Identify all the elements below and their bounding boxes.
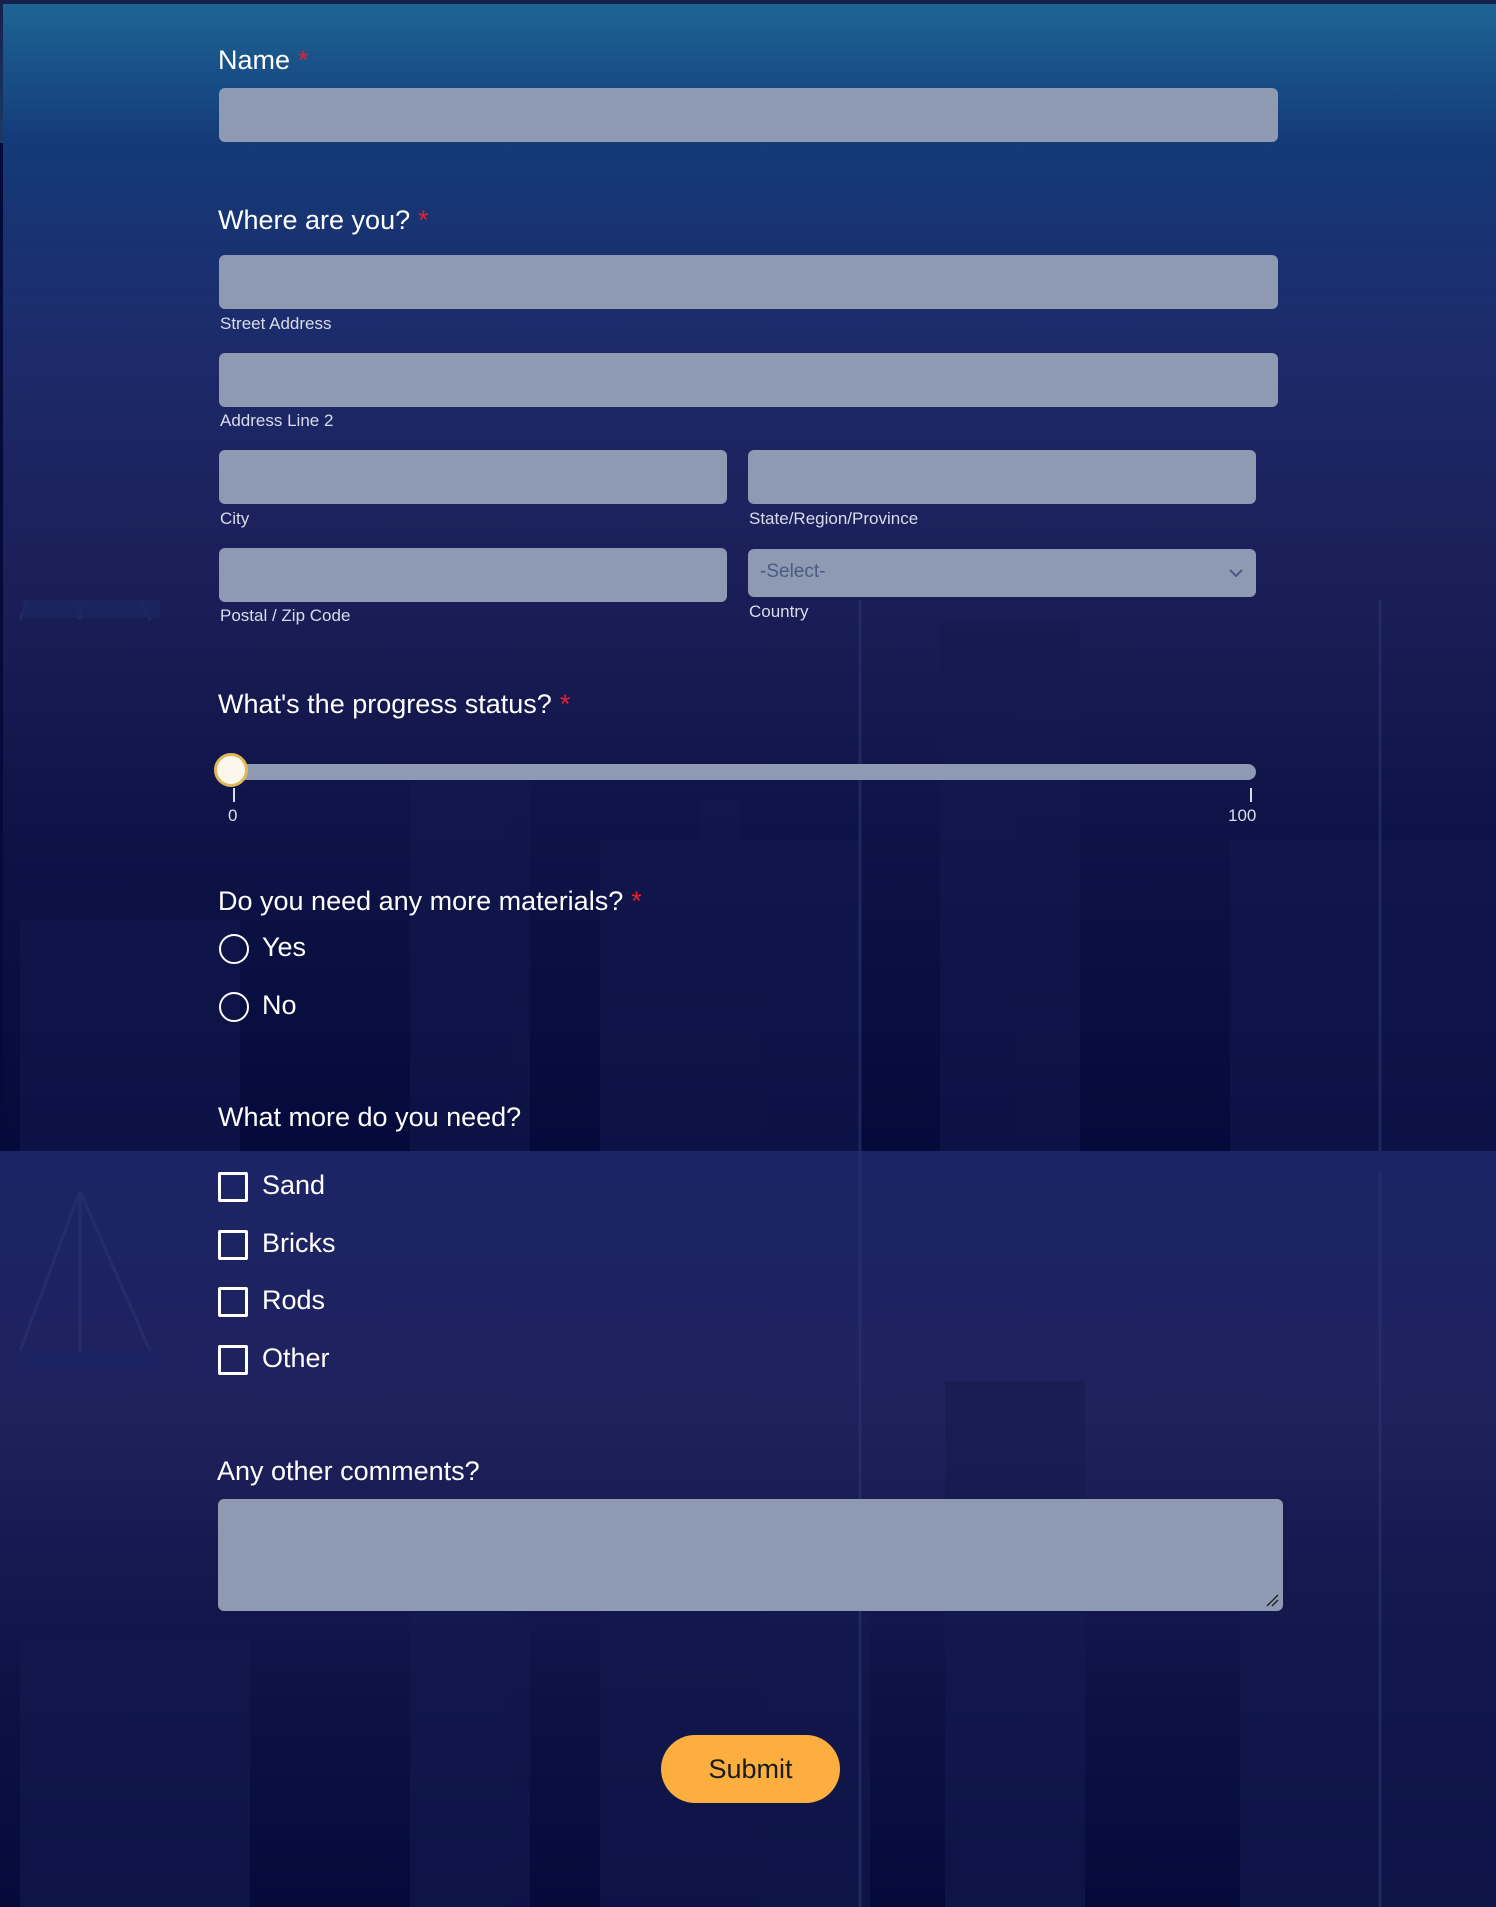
- required-asterisk: *: [298, 45, 309, 75]
- street-address-input[interactable]: [219, 255, 1278, 309]
- needs-sand-label: Sand: [262, 1170, 326, 1200]
- comments-textarea[interactable]: [218, 1499, 1283, 1611]
- needs-other-checkbox[interactable]: [218, 1345, 248, 1375]
- materials-no-label: No: [262, 990, 297, 1020]
- chevron-down-icon: [1229, 569, 1243, 578]
- required-asterisk: *: [418, 205, 429, 235]
- materials-yes-radio[interactable]: [219, 934, 249, 964]
- city-label: City: [220, 509, 250, 528]
- needs-question: What more do you need?: [218, 1102, 522, 1132]
- needs-rods-label: Rods: [262, 1285, 326, 1315]
- job-progress-form: Name * Where are you? * Street Address Add…: [0, 0, 1496, 1907]
- needs-sand-checkbox[interactable]: [218, 1172, 248, 1202]
- progress-slider-track[interactable]: [219, 764, 1256, 780]
- slider-max-label: 100: [1228, 806, 1257, 825]
- address-line2-label: Address Line 2: [220, 411, 334, 430]
- name-input[interactable]: [219, 88, 1278, 142]
- country-label: Country: [749, 602, 809, 621]
- state-input[interactable]: [748, 450, 1256, 504]
- progress-label: What's the progress status?: [218, 689, 552, 719]
- street-address-label: Street Address: [220, 314, 332, 333]
- materials-yes-label: Yes: [262, 932, 307, 962]
- resize-handle-icon[interactable]: [1265, 1593, 1279, 1607]
- postal-code-input[interactable]: [219, 548, 727, 602]
- name-label: Name: [218, 45, 291, 75]
- location-label: Where are you?: [218, 205, 411, 235]
- materials-question: Do you need any more materials? *: [218, 886, 642, 917]
- name-question: Name *: [218, 45, 309, 76]
- progress-slider-handle[interactable]: [214, 753, 248, 787]
- city-input[interactable]: [219, 450, 727, 504]
- submit-button[interactable]: Submit: [661, 1735, 840, 1803]
- slider-tick-min: [233, 788, 235, 802]
- location-question: Where are you? *: [218, 205, 429, 236]
- materials-label: Do you need any more materials?: [218, 886, 624, 916]
- needs-bricks-label: Bricks: [262, 1228, 336, 1258]
- country-select[interactable]: -Select-: [748, 549, 1256, 597]
- required-asterisk: *: [559, 689, 571, 719]
- state-label: State/Region/Province: [749, 509, 919, 528]
- needs-bricks-checkbox[interactable]: [218, 1230, 248, 1260]
- progress-question: What's the progress status? *: [218, 689, 570, 720]
- slider-tick-max: [1250, 788, 1252, 802]
- needs-rods-checkbox[interactable]: [218, 1287, 248, 1317]
- comments-question: Any other comments?: [217, 1456, 480, 1486]
- country-select-value: -Select-: [760, 561, 826, 582]
- needs-other-label: Other: [262, 1343, 330, 1373]
- materials-no-radio[interactable]: [219, 992, 249, 1022]
- address-line2-input[interactable]: [219, 353, 1278, 407]
- slider-min-label: 0: [228, 806, 238, 825]
- required-asterisk: *: [631, 886, 642, 916]
- postal-code-label: Postal / Zip Code: [220, 606, 351, 625]
